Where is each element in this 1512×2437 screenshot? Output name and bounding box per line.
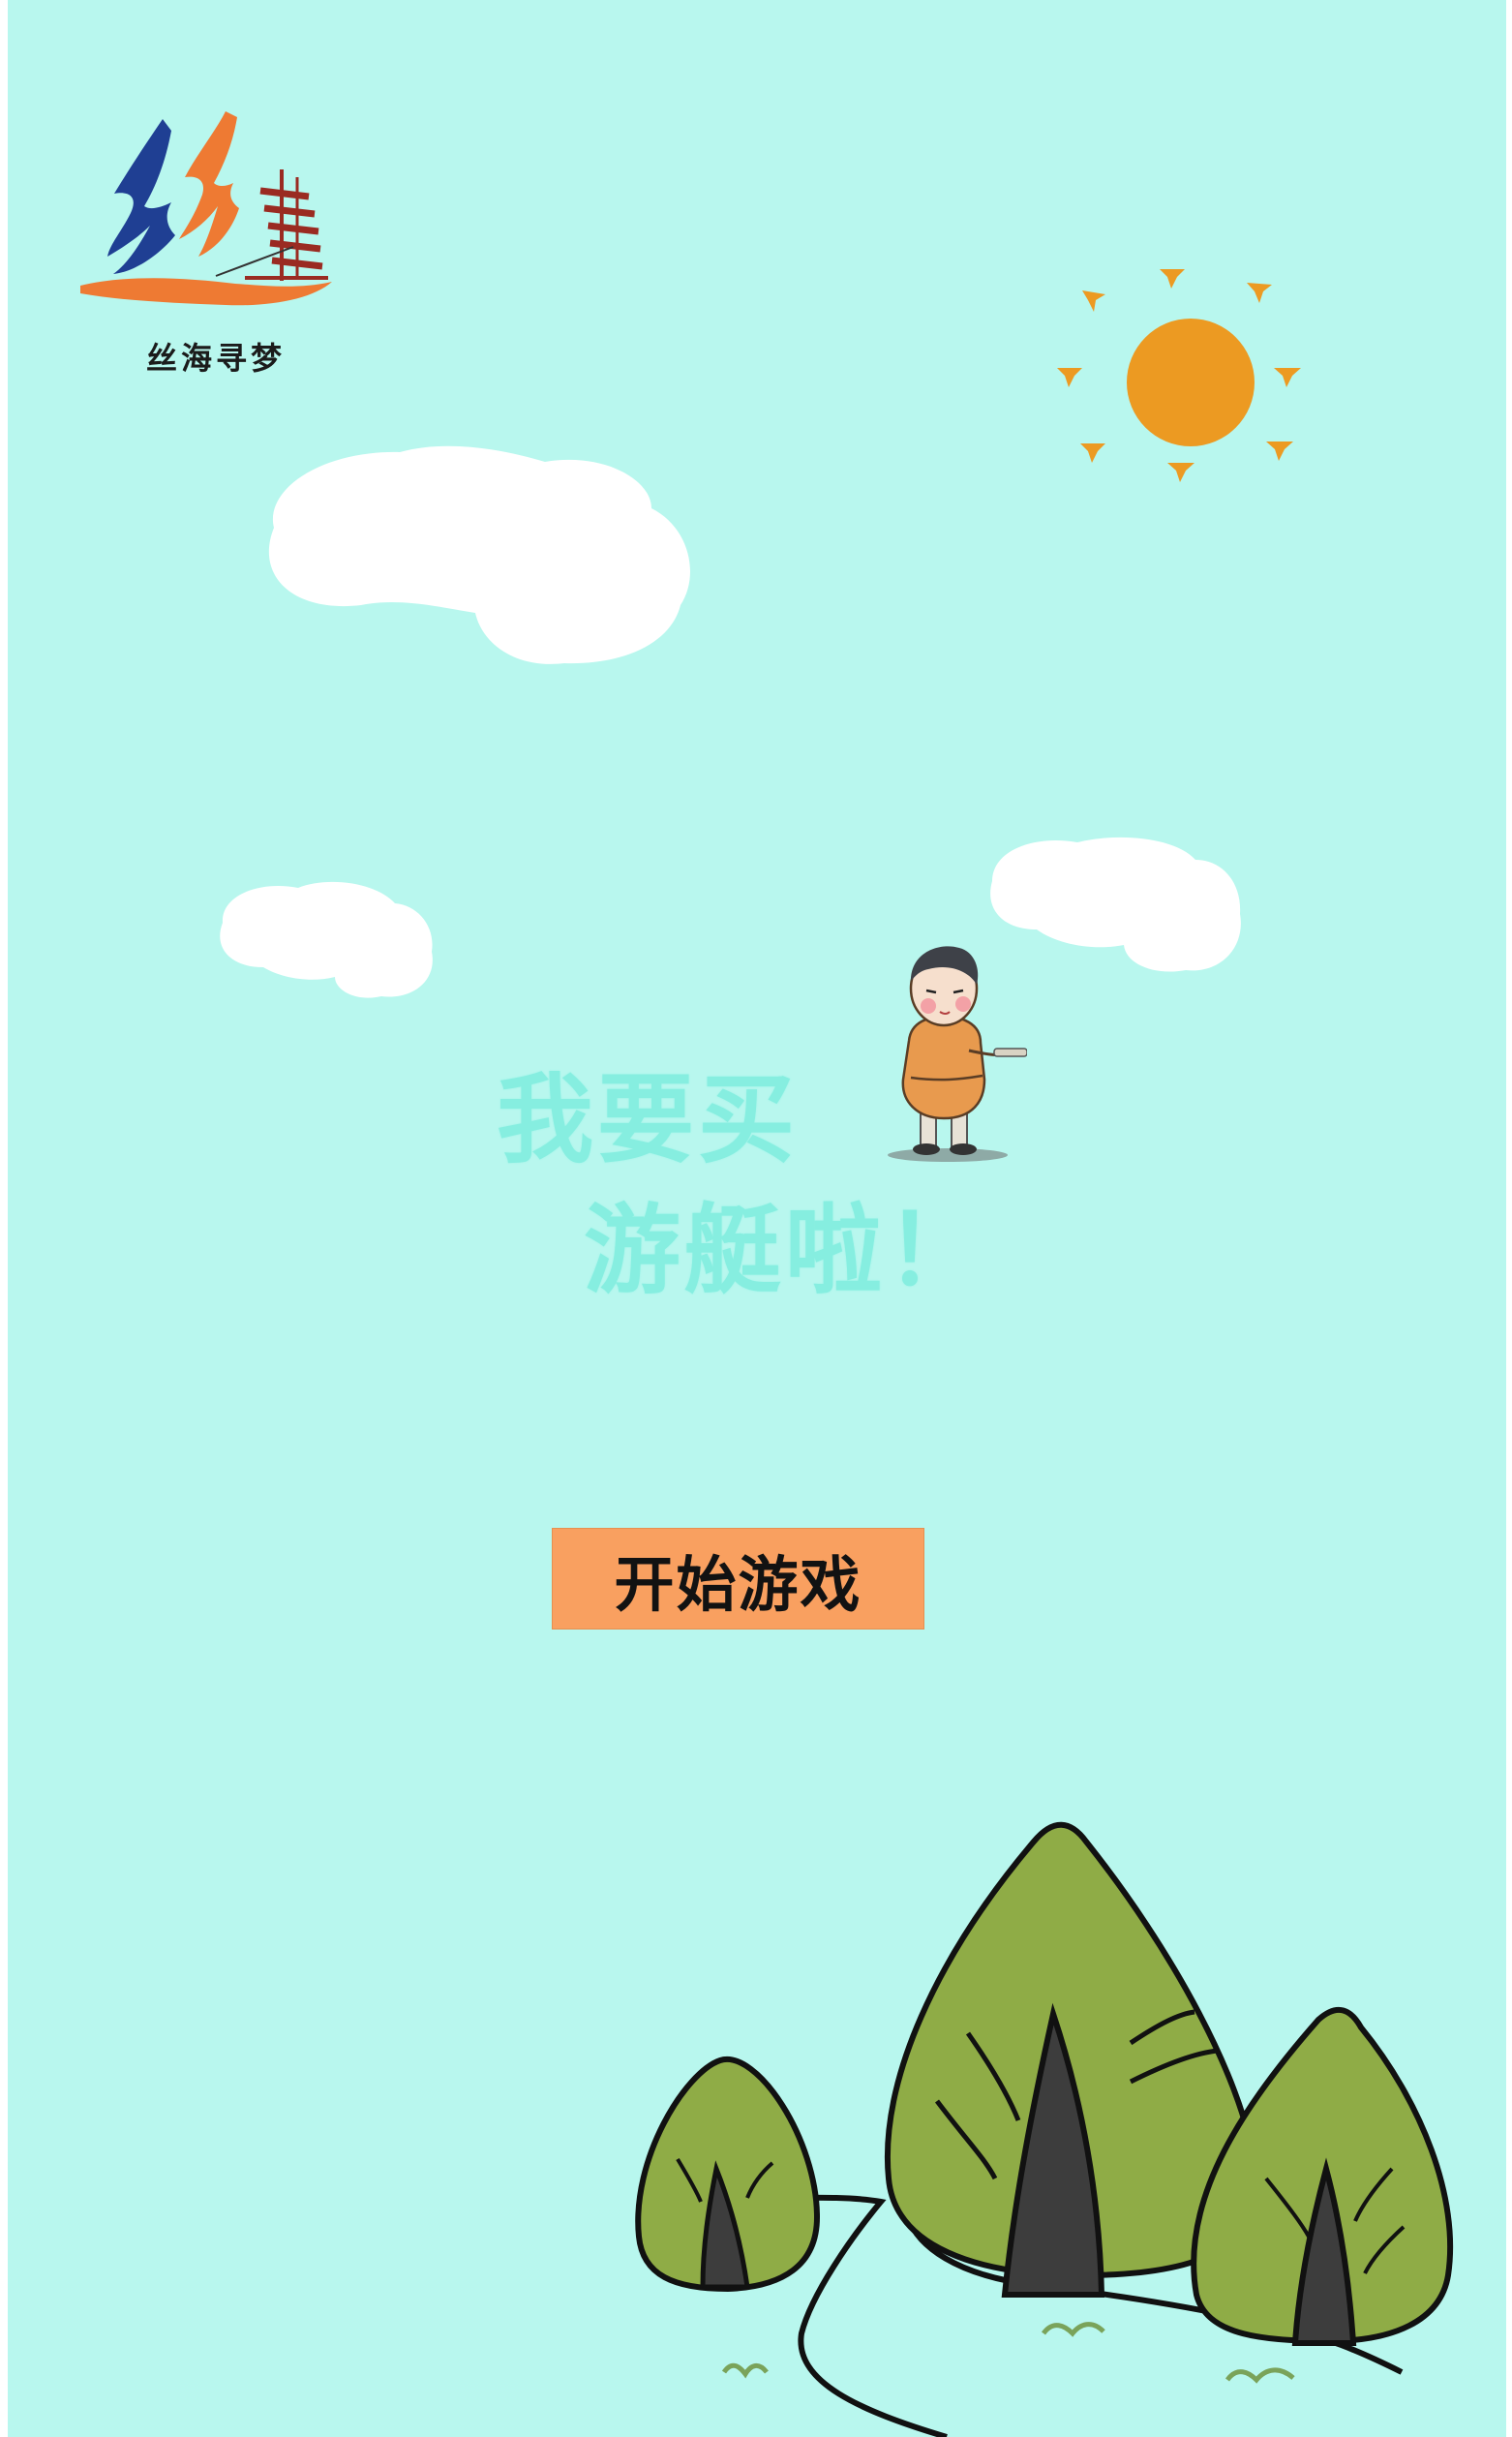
sun-icon [1057, 269, 1301, 482]
cloud-icon [268, 445, 690, 664]
title-line-1: 我要买 [497, 1063, 799, 1176]
game-logo: 丝海寻梦 [71, 102, 361, 382]
tree-icon [1191, 2006, 1454, 2346]
tree-landscape [635, 1821, 1454, 2437]
sailing-ship-icon [215, 169, 328, 281]
title-line-2: 游艇啦！ [584, 1194, 986, 1307]
game-start-screen: 丝海寻梦 我要买 游艇啦！ 开始游戏 [8, 0, 1506, 2437]
tree-icon [635, 2056, 821, 2293]
cloud-icon [220, 881, 433, 998]
boy-character-icon [888, 946, 1027, 1162]
start-game-button-label: 开始游戏 [614, 1548, 862, 1620]
logo-caption: 丝海寻梦 [145, 340, 286, 377]
logo-mark-icon [80, 111, 332, 306]
start-game-button[interactable]: 开始游戏 [552, 1528, 924, 1630]
